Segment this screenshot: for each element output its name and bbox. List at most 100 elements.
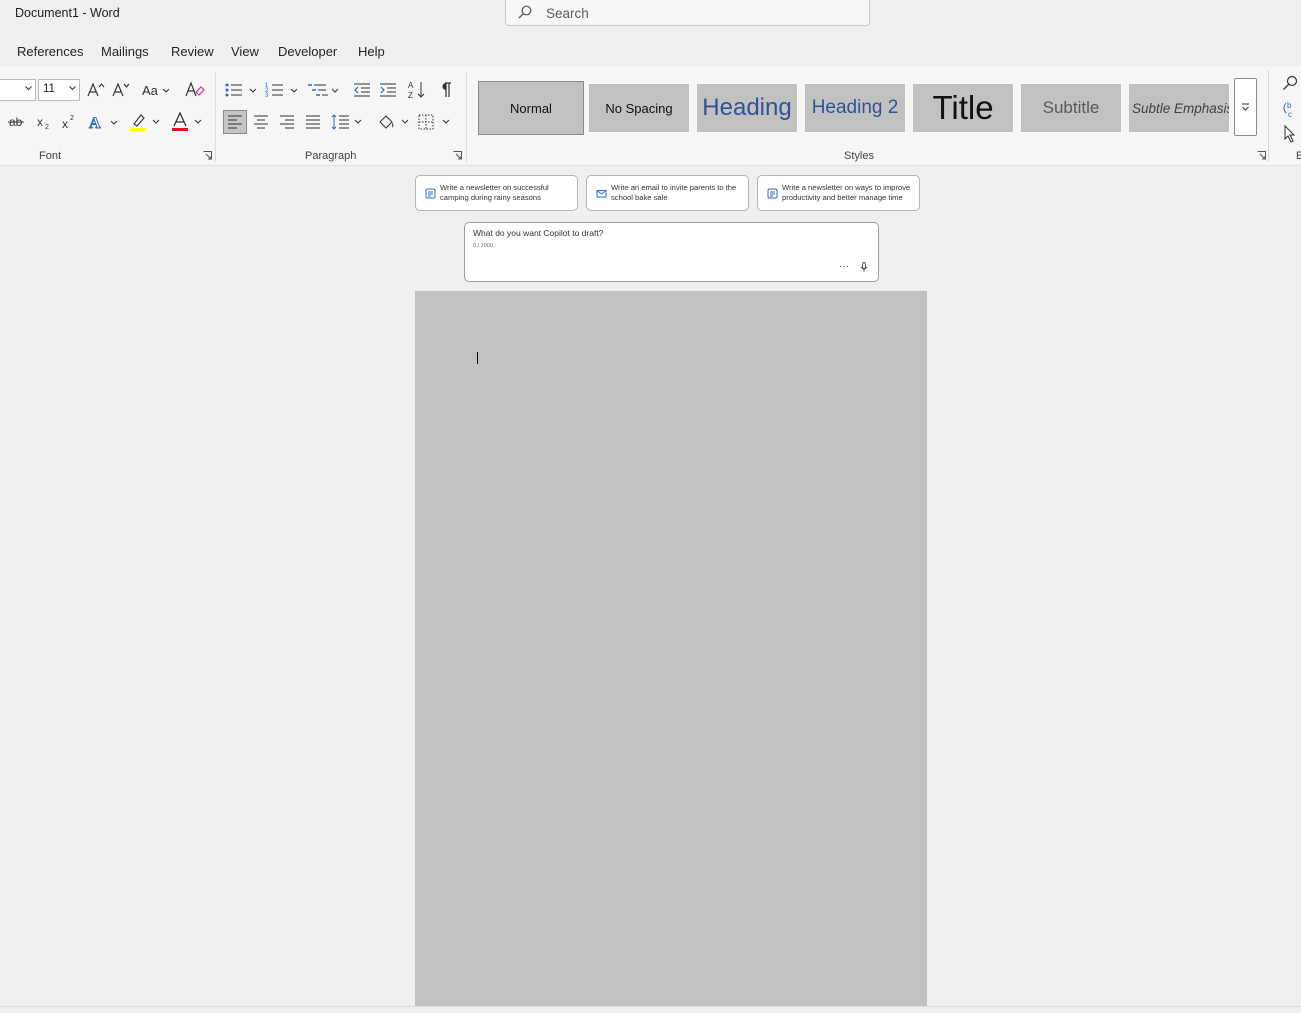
show-formatting-button[interactable] — [435, 79, 457, 101]
svg-text:A: A — [408, 81, 414, 90]
align-right-button[interactable] — [276, 111, 298, 133]
copilot-more-options-button[interactable]: ··· — [839, 261, 849, 272]
paragraph-dialog-launcher-icon[interactable] — [453, 151, 462, 160]
align-center-icon — [254, 115, 268, 129]
superscript-button[interactable]: x2 — [58, 111, 80, 133]
text-effects-button[interactable]: A — [88, 111, 120, 133]
clear-formatting-button[interactable] — [184, 79, 206, 101]
copilot-suggestion[interactable]: Write an email to invite parents to the … — [586, 175, 749, 211]
numbering-button[interactable]: 123 — [265, 79, 301, 101]
subscript-icon: x2 — [37, 115, 49, 130]
subscript-button[interactable]: x2 — [33, 111, 55, 133]
select-button[interactable] — [1279, 123, 1301, 145]
style-heading[interactable]: Heading — [697, 84, 797, 132]
search-box[interactable]: Search — [505, 0, 870, 26]
pilcrow-icon — [442, 82, 451, 97]
shrink-font-icon — [112, 82, 130, 97]
search-icon — [518, 5, 532, 24]
highlight-color-button[interactable] — [128, 111, 162, 133]
tab-references[interactable]: References — [17, 44, 83, 59]
bullets-icon — [225, 83, 257, 97]
copilot-suggestion[interactable]: Write a newsletter on ways to improve pr… — [757, 175, 920, 211]
svg-text:Z: Z — [408, 91, 413, 100]
styles-group-label: Styles — [844, 150, 874, 162]
font-dialog-launcher-icon[interactable] — [203, 151, 212, 160]
highlighter-icon — [130, 114, 160, 131]
svg-text:2: 2 — [45, 124, 49, 130]
align-left-button[interactable] — [223, 110, 247, 134]
sort-button[interactable]: AZ — [406, 79, 428, 101]
bullets-button[interactable] — [224, 79, 260, 101]
text-cursor — [477, 352, 478, 364]
svg-text:x: x — [37, 115, 43, 129]
font-color-icon — [172, 112, 202, 131]
newsletter-icon — [767, 188, 778, 199]
search-placeholder: Search — [546, 6, 589, 21]
copilot-prompt-input[interactable]: What do you want Copilot to draft? — [473, 228, 603, 238]
align-center-button[interactable] — [250, 111, 272, 133]
multilevel-list-icon — [308, 84, 339, 96]
copilot-draft-box[interactable]: What do you want Copilot to draft? 0 / 2… — [464, 222, 879, 282]
line-spacing-icon — [331, 114, 362, 130]
tab-review[interactable]: Review — [171, 44, 214, 59]
document-page[interactable] — [415, 291, 927, 1006]
line-spacing-button[interactable] — [331, 111, 365, 133]
group-divider — [1268, 70, 1269, 162]
copilot-suggestion[interactable]: Write a newsletter on successful camping… — [415, 175, 578, 211]
style-heading-2[interactable]: Heading 2 — [805, 84, 905, 132]
svg-text:c: c — [1288, 110, 1292, 118]
styles-more-button[interactable] — [1234, 78, 1257, 136]
mail-icon — [596, 190, 607, 198]
window-title: Document1 - Word — [15, 6, 120, 20]
chevron-down-icon — [69, 86, 76, 91]
borders-icon — [418, 114, 450, 130]
chevron-down-icon — [25, 86, 32, 91]
decrease-indent-icon — [354, 83, 370, 97]
increase-indent-button[interactable] — [377, 79, 399, 101]
style-no-spacing[interactable]: No Spacing — [589, 84, 689, 132]
suggestion-text: Write a newsletter on ways to improve pr… — [782, 183, 911, 202]
find-button[interactable] — [1279, 72, 1301, 94]
style-subtitle[interactable]: Subtitle — [1021, 84, 1121, 132]
svg-text:Aa: Aa — [142, 83, 159, 98]
numbering-icon: 123 — [265, 83, 298, 99]
justify-button[interactable] — [302, 111, 324, 133]
multilevel-list-button[interactable] — [306, 79, 342, 101]
clear-formatting-icon — [185, 81, 205, 97]
tab-mailings[interactable]: Mailings — [101, 44, 149, 59]
tab-view[interactable]: View — [231, 44, 259, 59]
justify-icon — [306, 115, 320, 129]
copilot-char-count: 0 / 2000 — [473, 243, 493, 249]
tab-help[interactable]: Help — [358, 44, 385, 59]
replace-button[interactable]: bc — [1279, 98, 1301, 120]
grow-font-icon — [87, 82, 105, 97]
style-subtle-emphasis[interactable]: Subtle Emphasis — [1129, 84, 1229, 132]
style-normal[interactable]: Normal — [478, 81, 584, 135]
grow-font-button[interactable] — [85, 79, 107, 101]
change-case-icon: Aa — [142, 83, 170, 98]
suggestion-text: Write an email to invite parents to the … — [611, 183, 737, 202]
shrink-font-button[interactable] — [110, 79, 132, 101]
replace-icon: bc — [1283, 101, 1292, 118]
superscript-icon: x2 — [62, 115, 74, 130]
gallery-expand-icon — [1242, 103, 1249, 111]
svg-text:2: 2 — [70, 115, 74, 122]
shading-button[interactable] — [376, 111, 412, 133]
font-color-button[interactable] — [170, 111, 204, 133]
change-case-button[interactable]: Aa — [140, 79, 172, 101]
align-right-icon — [280, 115, 294, 129]
newsletter-icon — [425, 188, 436, 199]
increase-indent-icon — [380, 83, 396, 97]
text-effects-icon: A — [89, 115, 118, 131]
strikethrough-button[interactable]: ab — [5, 111, 27, 133]
microphone-icon[interactable] — [860, 262, 868, 272]
style-title[interactable]: Title — [913, 84, 1013, 132]
font-size-combo[interactable]: 11 — [38, 79, 80, 101]
tab-developer[interactable]: Developer — [278, 44, 337, 59]
borders-button[interactable] — [417, 111, 453, 133]
font-name-combo[interactable] — [0, 79, 36, 101]
styles-dialog-launcher-icon[interactable] — [1257, 151, 1266, 160]
svg-text:x: x — [62, 117, 68, 130]
svg-text:A: A — [89, 115, 101, 131]
decrease-indent-button[interactable] — [351, 79, 373, 101]
